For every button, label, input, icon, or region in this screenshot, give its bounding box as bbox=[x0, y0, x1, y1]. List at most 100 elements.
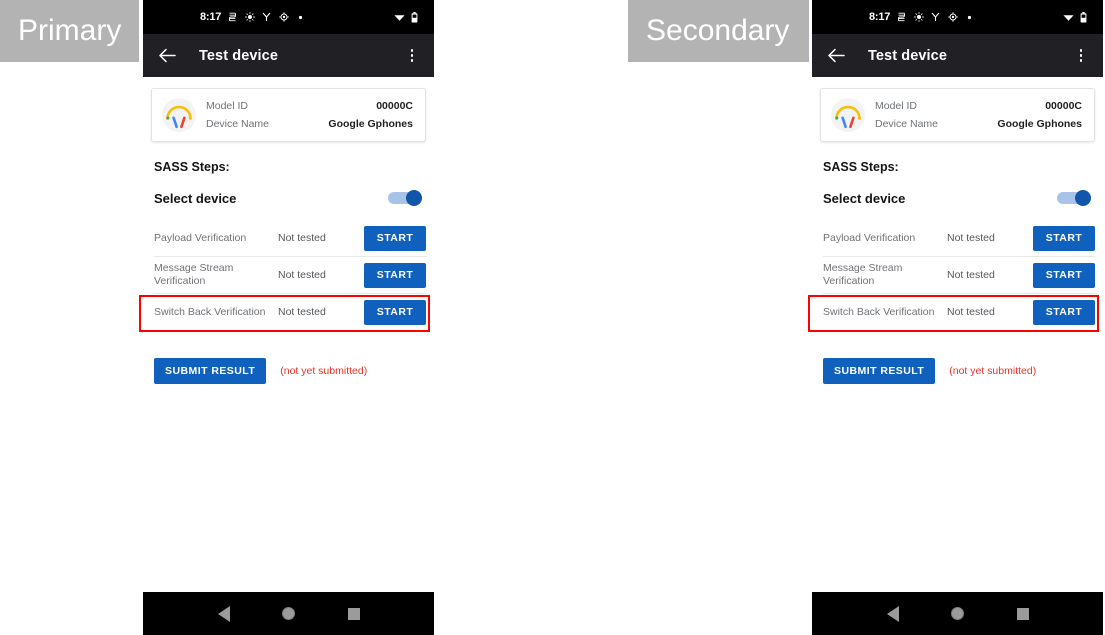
select-device-row: Select device bbox=[823, 190, 1095, 206]
table-row: Payload Verification Not tested START bbox=[823, 220, 1095, 257]
status-badge: Not tested bbox=[278, 269, 326, 281]
battery-icon bbox=[409, 11, 420, 23]
status-bar: 8:17 bbox=[143, 0, 434, 34]
annotation-label-secondary: Secondary bbox=[628, 0, 809, 62]
submit-result-button[interactable]: SUBMIT RESULT bbox=[154, 358, 267, 384]
content-area: Model ID 00000C Device Name Google Gphon… bbox=[143, 88, 434, 603]
status-bar-right bbox=[1063, 11, 1089, 23]
overflow-menu-icon[interactable] bbox=[1072, 46, 1090, 66]
select-device-toggle[interactable] bbox=[1057, 190, 1091, 206]
sass-steps-list: Payload Verification Not tested START Me… bbox=[812, 220, 1103, 331]
nav-recents-icon[interactable] bbox=[344, 604, 364, 624]
content-area: Model ID 00000C Device Name Google Gphon… bbox=[812, 88, 1103, 603]
step-name: Message Stream Verification bbox=[823, 262, 903, 287]
headphones-icon bbox=[830, 97, 866, 133]
device-name-value: Google Gphones bbox=[328, 118, 413, 130]
phone-screen-primary: 8:17 Test device Model ID 00000C Device … bbox=[143, 0, 434, 635]
select-device-row: Select device bbox=[154, 190, 426, 206]
start-button[interactable]: START bbox=[364, 299, 426, 325]
nav-back-icon[interactable] bbox=[883, 604, 903, 624]
submit-row: SUBMIT RESULT (not yet submitted) bbox=[823, 358, 1103, 384]
select-device-label: Select device bbox=[823, 190, 906, 206]
status-bar: 8:17 bbox=[812, 0, 1103, 34]
toggle-thumb bbox=[406, 190, 422, 206]
status-badge: Not tested bbox=[278, 306, 326, 318]
app-bar: Test device bbox=[812, 34, 1103, 77]
device-info-rows: Model ID 00000C Device Name Google Gphon… bbox=[206, 97, 413, 133]
sass-steps-list: Payload Verification Not tested START Me… bbox=[143, 220, 434, 331]
status-bar-left: 8:17 bbox=[869, 11, 975, 23]
sass-steps-heading: SASS Steps: bbox=[823, 160, 899, 174]
nav-home-icon[interactable] bbox=[948, 604, 968, 624]
submit-status-note: (not yet submitted) bbox=[280, 365, 368, 377]
wifi-icon bbox=[1063, 12, 1074, 23]
vpn-icon bbox=[261, 12, 272, 23]
location-icon bbox=[947, 12, 958, 23]
wifi-icon bbox=[394, 12, 405, 23]
status-badge: Not tested bbox=[947, 232, 995, 244]
sync-icon bbox=[244, 12, 255, 23]
page-title: Test device bbox=[868, 47, 948, 64]
phone-screen-secondary: 8:17 Test device Model ID 00000C Device … bbox=[812, 0, 1103, 635]
model-id-label: Model ID bbox=[206, 100, 249, 112]
toggle-thumb bbox=[1075, 190, 1091, 206]
submit-row: SUBMIT RESULT (not yet submitted) bbox=[154, 358, 434, 384]
table-row: Message Stream Verification Not tested S… bbox=[154, 257, 426, 294]
nav-home-icon[interactable] bbox=[279, 604, 299, 624]
model-id-value: 00000C bbox=[1045, 100, 1082, 112]
overflow-menu-icon[interactable] bbox=[403, 46, 421, 66]
annotation-label-secondary-text: Secondary bbox=[646, 14, 790, 47]
device-info-card: Model ID 00000C Device Name Google Gphon… bbox=[820, 88, 1095, 142]
headphones-icon bbox=[161, 97, 197, 133]
start-button[interactable]: START bbox=[1033, 299, 1095, 325]
status-clock: 8:17 bbox=[869, 11, 891, 23]
device-info-row: Device Name Google Gphones bbox=[875, 115, 1082, 133]
start-button[interactable]: START bbox=[1033, 262, 1095, 288]
submit-status-note: (not yet submitted) bbox=[949, 365, 1037, 377]
model-id-value: 00000C bbox=[376, 100, 413, 112]
vpn-icon bbox=[930, 12, 941, 23]
step-name: Switch Back Verification bbox=[154, 305, 266, 318]
device-info-row: Model ID 00000C bbox=[206, 97, 413, 115]
step-name: Switch Back Verification bbox=[823, 305, 935, 318]
status-badge: Not tested bbox=[947, 306, 995, 318]
page-title: Test device bbox=[199, 47, 279, 64]
device-name-value: Google Gphones bbox=[997, 118, 1082, 130]
table-row: Message Stream Verification Not tested S… bbox=[823, 257, 1095, 294]
sass-steps-heading: SASS Steps: bbox=[154, 160, 230, 174]
sync-icon bbox=[913, 12, 924, 23]
start-button[interactable]: START bbox=[1033, 225, 1095, 251]
nav-back-icon[interactable] bbox=[214, 604, 234, 624]
status-badge: Not tested bbox=[278, 232, 326, 244]
start-button[interactable]: START bbox=[364, 262, 426, 288]
step-name: Payload Verification bbox=[823, 231, 916, 244]
device-info-card: Model ID 00000C Device Name Google Gphon… bbox=[151, 88, 426, 142]
back-arrow-icon[interactable] bbox=[157, 46, 177, 66]
android-nav-bar bbox=[143, 592, 434, 635]
dot-icon bbox=[295, 12, 306, 23]
select-device-label: Select device bbox=[154, 190, 237, 206]
sim-card-icon bbox=[227, 12, 238, 23]
status-clock: 8:17 bbox=[200, 11, 222, 23]
sim-card-icon bbox=[896, 12, 907, 23]
device-name-label: Device Name bbox=[875, 118, 939, 130]
nav-recents-icon[interactable] bbox=[1013, 604, 1033, 624]
back-arrow-icon[interactable] bbox=[826, 46, 846, 66]
annotation-label-primary: Primary bbox=[0, 0, 139, 62]
battery-icon bbox=[1078, 11, 1089, 23]
table-row: Switch Back Verification Not tested STAR… bbox=[823, 294, 1095, 331]
table-row: Payload Verification Not tested START bbox=[154, 220, 426, 257]
step-name: Payload Verification bbox=[154, 231, 247, 244]
location-icon bbox=[278, 12, 289, 23]
device-info-row: Device Name Google Gphones bbox=[206, 115, 413, 133]
submit-result-button[interactable]: SUBMIT RESULT bbox=[823, 358, 936, 384]
android-nav-bar bbox=[812, 592, 1103, 635]
dot-icon bbox=[964, 12, 975, 23]
select-device-toggle[interactable] bbox=[388, 190, 422, 206]
annotation-label-primary-text: Primary bbox=[18, 14, 122, 47]
device-info-rows: Model ID 00000C Device Name Google Gphon… bbox=[875, 97, 1082, 133]
status-bar-right bbox=[394, 11, 420, 23]
table-row: Switch Back Verification Not tested STAR… bbox=[154, 294, 426, 331]
model-id-label: Model ID bbox=[875, 100, 918, 112]
start-button[interactable]: START bbox=[364, 225, 426, 251]
